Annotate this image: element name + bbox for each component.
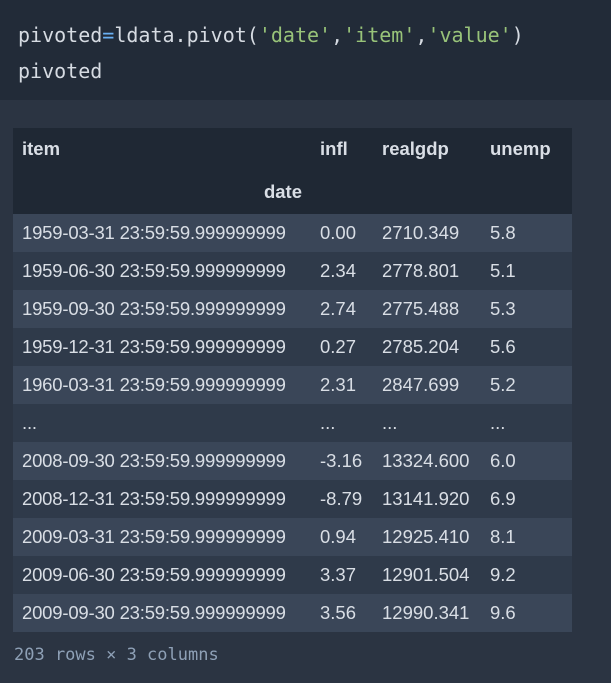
cell-realgdp: 12901.504 xyxy=(373,556,481,594)
cell-unemp: 5.8 xyxy=(481,214,572,252)
code-token: ) xyxy=(511,23,524,47)
cell-realgdp: 2710.349 xyxy=(373,214,481,252)
cell-realgdp: 12990.341 xyxy=(373,594,481,632)
index-header-blank xyxy=(311,170,373,214)
cell-unemp: 9.6 xyxy=(481,594,572,632)
code-token: , xyxy=(415,23,428,47)
dataframe-shape-info: 203 rows × 3 columns xyxy=(14,645,219,665)
cell-infl: -3.16 xyxy=(311,442,373,480)
notebook-output: pivoted=ldata.pivot('date','item','value… xyxy=(0,0,611,683)
row-index-date: 1959-06-30 23:59:59.999999999 xyxy=(13,252,311,290)
code-token: ldata.pivot( xyxy=(114,23,259,47)
row-index-date: 2008-12-31 23:59:59.999999999 xyxy=(13,480,311,518)
cell-unemp: 6.9 xyxy=(481,480,572,518)
code-cell[interactable]: pivoted=ldata.pivot('date','item','value… xyxy=(0,0,611,100)
columns-name-label: item xyxy=(13,128,311,170)
table-row: ............ xyxy=(13,404,572,442)
table-row: 2008-09-30 23:59:59.999999999 -3.16 13324.… xyxy=(13,442,572,480)
index-header-blank xyxy=(373,170,481,214)
table-row: 1959-12-31 23:59:59.999999999 0.27 2785.20… xyxy=(13,328,572,366)
cell-realgdp: 13324.600 xyxy=(373,442,481,480)
index-header-row: date xyxy=(13,170,572,214)
table-row: 2009-06-30 23:59:59.999999999 3.37 12901.5… xyxy=(13,556,572,594)
row-index-date: ... xyxy=(13,404,311,442)
row-index-date: 2009-06-30 23:59:59.999999999 xyxy=(13,556,311,594)
cell-unemp: 5.2 xyxy=(481,366,572,404)
row-index-date: 1959-03-31 23:59:59.999999999 xyxy=(13,214,311,252)
cell-realgdp: 2847.699 xyxy=(373,366,481,404)
code-token: 'date' xyxy=(258,23,332,47)
cell-infl: 3.56 xyxy=(311,594,373,632)
row-index-date: 1960-03-31 23:59:59.999999999 xyxy=(13,366,311,404)
cell-unemp: 8.1 xyxy=(481,518,572,556)
cell-realgdp: 2775.488 xyxy=(373,290,481,328)
column-header-infl: infl xyxy=(311,128,373,170)
cell-infl: 3.37 xyxy=(311,556,373,594)
table-row: 2009-09-30 23:59:59.999999999 3.56 12990.3… xyxy=(13,594,572,632)
cell-infl: 2.31 xyxy=(311,366,373,404)
cell-infl: 0.27 xyxy=(311,328,373,366)
table-body: 1959-03-31 23:59:59.999999999 0.00 2710.34… xyxy=(13,214,572,632)
column-header-unemp: unemp xyxy=(481,128,572,170)
cell-unemp: 9.2 xyxy=(481,556,572,594)
cell-infl: 2.74 xyxy=(311,290,373,328)
cell-infl: 0.00 xyxy=(311,214,373,252)
row-index-date: 2009-03-31 23:59:59.999999999 xyxy=(13,518,311,556)
code-token: = xyxy=(102,23,115,47)
cell-infl: -8.79 xyxy=(311,480,373,518)
cell-unemp: 6.0 xyxy=(481,442,572,480)
table-row: 1959-03-31 23:59:59.999999999 0.00 2710.34… xyxy=(13,214,572,252)
column-header-realgdp: realgdp xyxy=(373,128,481,170)
cell-unemp: 5.3 xyxy=(481,290,572,328)
code-token: 'item' xyxy=(343,23,416,47)
dataframe-table: item infl realgdp unemp date 1959-03-31 … xyxy=(13,128,572,632)
cell-infl: 0.94 xyxy=(311,518,373,556)
cell-realgdp: ... xyxy=(373,404,481,442)
row-index-date: 1959-09-30 23:59:59.999999999 xyxy=(13,290,311,328)
row-index-date: 2009-09-30 23:59:59.999999999 xyxy=(13,594,311,632)
code-token: pivoted xyxy=(18,23,103,47)
cell-realgdp: 13141.920 xyxy=(373,480,481,518)
row-index-date: 2008-09-30 23:59:59.999999999 xyxy=(13,442,311,480)
row-index-date: 1959-12-31 23:59:59.999999999 xyxy=(13,328,311,366)
cell-unemp: ... xyxy=(481,404,572,442)
dataframe-output: item infl realgdp unemp date 1959-03-31 … xyxy=(13,128,572,632)
cell-realgdp: 2778.801 xyxy=(373,252,481,290)
table-row: 1960-03-31 23:59:59.999999999 2.31 2847.69… xyxy=(13,366,572,404)
cell-unemp: 5.6 xyxy=(481,328,572,366)
columns-header-row: item infl realgdp unemp xyxy=(13,128,572,170)
code-line-1: pivoted=ldata.pivot('date','item','value… xyxy=(18,17,593,53)
table-row: 1959-06-30 23:59:59.999999999 2.34 2778.80… xyxy=(13,252,572,290)
cell-realgdp: 12925.410 xyxy=(373,518,481,556)
cell-infl: ... xyxy=(311,404,373,442)
index-name-label: date xyxy=(13,170,311,214)
code-token: 'value' xyxy=(427,23,512,47)
code-token: , xyxy=(331,23,344,47)
table-row: 1959-09-30 23:59:59.999999999 2.74 2775.48… xyxy=(13,290,572,328)
code-line-2: pivoted xyxy=(18,59,103,83)
index-header-blank xyxy=(481,170,572,214)
cell-unemp: 5.1 xyxy=(481,252,572,290)
table-row: 2009-03-31 23:59:59.999999999 0.94 12925.4… xyxy=(13,518,572,556)
table-row: 2008-12-31 23:59:59.999999999 -8.79 13141.… xyxy=(13,480,572,518)
cell-realgdp: 2785.204 xyxy=(373,328,481,366)
cell-infl: 2.34 xyxy=(311,252,373,290)
